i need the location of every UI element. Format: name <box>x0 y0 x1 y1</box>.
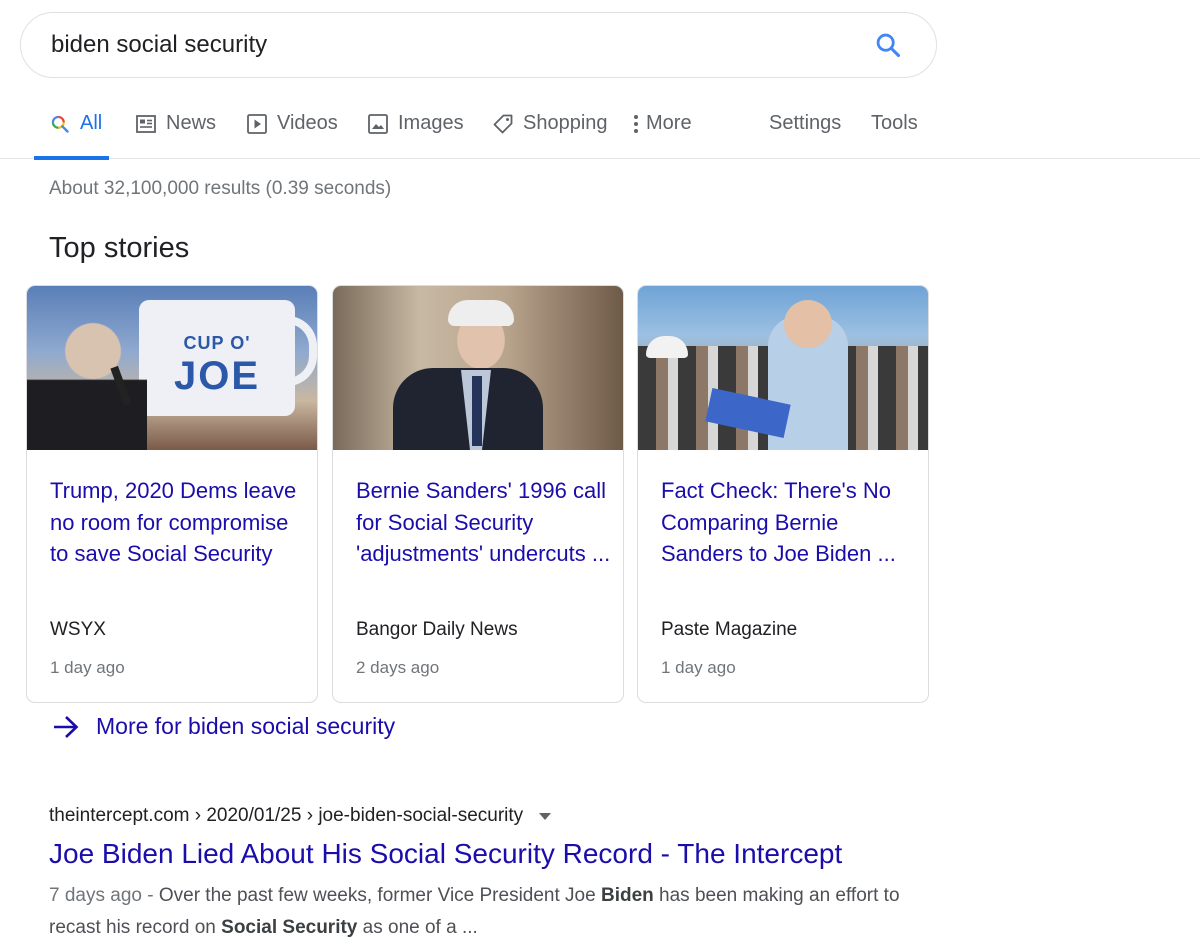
news-thumbnail <box>333 286 623 450</box>
tie-shape <box>472 376 482 446</box>
result-stats: About 32,100,000 results (0.39 seconds) <box>49 178 392 199</box>
news-headline[interactable]: Trump, 2020 Dems leave no room for compr… <box>50 475 305 570</box>
tools-link[interactable]: Tools <box>871 112 918 159</box>
news-thumbnail: CUP O' JOE <box>27 286 317 450</box>
tab-images[interactable]: Images <box>367 112 464 159</box>
result-url: theintercept.com › 2020/01/25 › joe-bide… <box>49 805 552 827</box>
snippet-bold: Social Security <box>221 917 358 938</box>
top-stories-heading: Top stories <box>49 232 190 264</box>
result-snippet: 7 days ago - Over the past few weeks, fo… <box>49 880 909 943</box>
news-age: 1 day ago <box>50 658 125 677</box>
thumb-text-joe: JOE <box>173 354 261 398</box>
tab-label: All <box>80 112 103 134</box>
search-input[interactable] <box>51 31 870 59</box>
snippet-bold: Biden <box>600 885 654 906</box>
tab-label: Videos <box>277 112 338 134</box>
news-card[interactable]: CUP O' JOE Trump, 2020 Dems leave no roo… <box>26 285 318 703</box>
snippet-text: Over the past few weeks, former Vice Pre… <box>158 885 601 906</box>
tab-all[interactable]: All <box>34 112 110 160</box>
search-button[interactable] <box>870 27 906 63</box>
more-vert-icon <box>630 113 642 135</box>
settings-link[interactable]: Settings <box>769 112 841 159</box>
news-age: 1 day ago <box>661 658 736 677</box>
thumb-text-cup: CUP O' <box>183 333 251 353</box>
cap-shape <box>646 336 688 358</box>
tab-label: Images <box>398 112 464 134</box>
tab-more[interactable]: More <box>630 112 692 159</box>
hair-shape <box>448 300 514 326</box>
dropdown-arrow-icon[interactable] <box>539 812 552 820</box>
tab-news[interactable]: News <box>135 112 216 159</box>
active-tab-indicator <box>34 156 110 160</box>
news-thumbnail <box>638 286 928 450</box>
news-card[interactable]: Fact Check: There's No Comparing Bernie … <box>637 285 929 703</box>
result-title-link[interactable]: Joe Biden Lied About His Social Security… <box>49 838 842 870</box>
tab-videos[interactable]: Videos <box>246 112 338 159</box>
image-icon <box>367 113 389 135</box>
mug-handle-shape <box>287 316 317 386</box>
more-stories-label: More for biden social security <box>96 713 396 739</box>
search-icon <box>876 33 901 58</box>
news-headline[interactable]: Fact Check: There's No Comparing Bernie … <box>661 475 916 570</box>
news-source: WSYX <box>50 619 106 640</box>
person-silhouette <box>27 316 147 450</box>
tab-shopping[interactable]: Shopping <box>492 112 608 159</box>
news-source: Bangor Daily News <box>356 619 518 640</box>
news-age: 2 days ago <box>356 658 440 677</box>
tab-label: Shopping <box>523 112 608 134</box>
news-card[interactable]: Bernie Sanders' 1996 call for Social Sec… <box>332 285 624 703</box>
news-icon <box>135 113 157 135</box>
search-icon <box>49 113 71 135</box>
result-date: 7 days ago - <box>49 885 159 906</box>
head-shape <box>784 300 832 348</box>
tab-label: More <box>646 112 692 134</box>
snippet-text: as one of a ... <box>357 917 478 938</box>
tab-label: News <box>166 112 217 134</box>
news-source: Paste Magazine <box>661 619 798 640</box>
arrow-right-icon <box>54 715 79 738</box>
result-cite-text: theintercept.com › 2020/01/25 › joe-bide… <box>49 805 524 826</box>
tag-icon <box>492 113 514 135</box>
news-headline[interactable]: Bernie Sanders' 1996 call for Social Sec… <box>356 475 611 570</box>
settings-label: Settings <box>769 112 842 134</box>
search-tabs: All News Videos Images Shopping More Set… <box>0 100 1200 160</box>
play-icon <box>246 113 268 135</box>
tools-label: Tools <box>871 112 918 134</box>
more-stories-link[interactable]: More for biden social security <box>52 713 395 740</box>
search-box[interactable] <box>20 12 937 78</box>
